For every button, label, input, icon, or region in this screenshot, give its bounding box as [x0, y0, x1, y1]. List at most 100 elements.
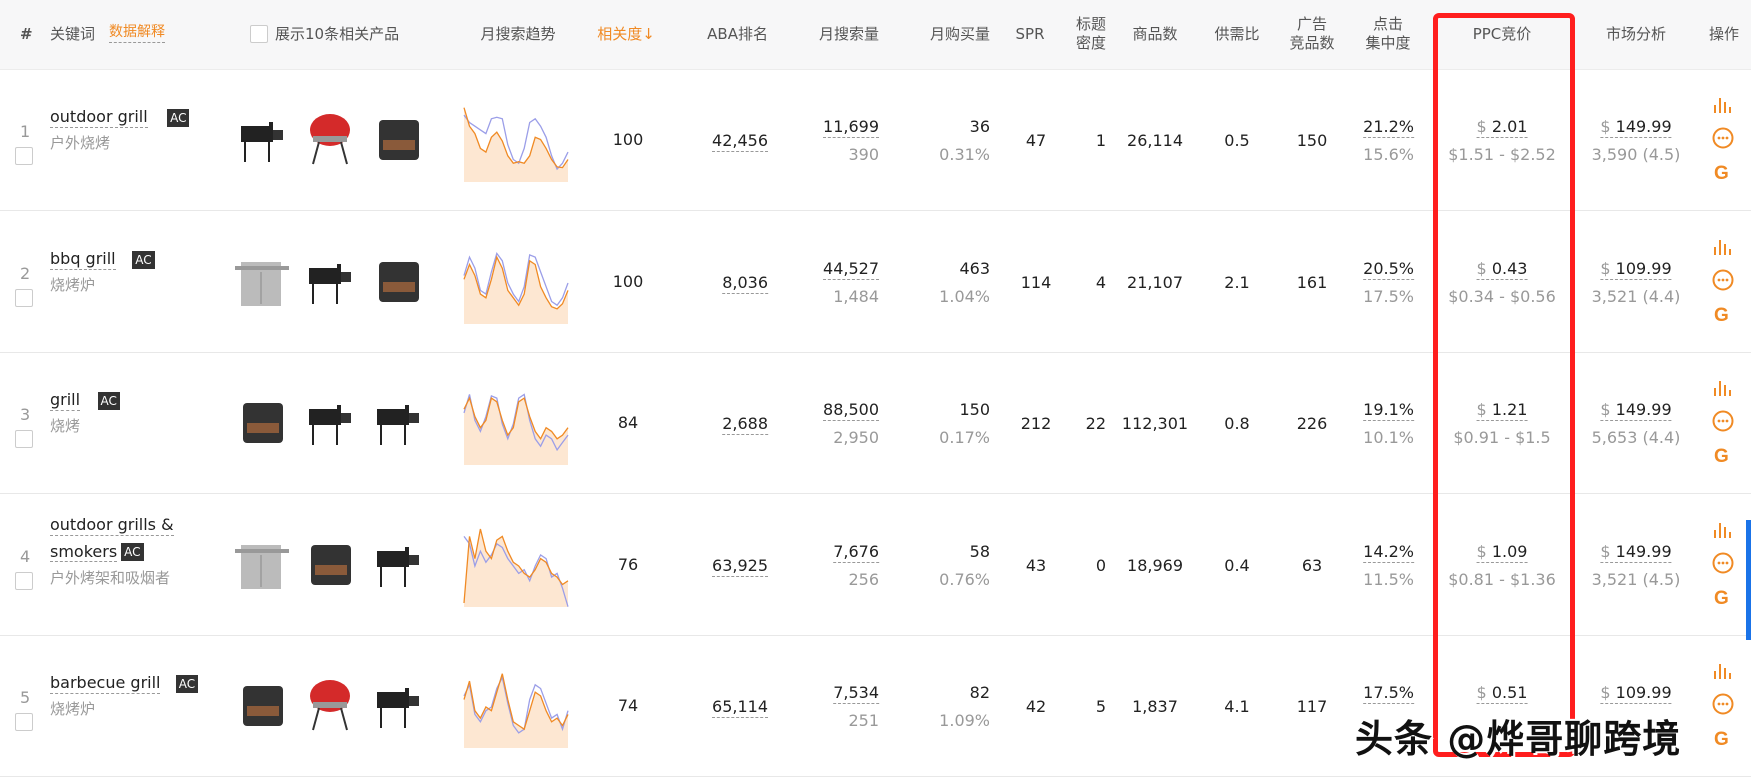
product-thumbnail[interactable]	[301, 531, 359, 593]
click-concentration[interactable]: 14.2%	[1363, 542, 1414, 563]
col-spr[interactable]: SPR	[1016, 25, 1045, 44]
google-icon[interactable]: G	[1712, 728, 1732, 748]
col-click-concentration[interactable]: 点击 集中度	[1365, 15, 1410, 53]
ppc-bid[interactable]: $ 0.51	[1476, 683, 1528, 704]
purchase-rate: 1.04%	[939, 287, 990, 306]
more-icon[interactable]	[1712, 693, 1734, 715]
ppc-bid[interactable]: $ 2.01	[1476, 117, 1528, 138]
chart-bars-icon[interactable]	[1712, 662, 1732, 680]
trend-sparkline[interactable]	[463, 383, 569, 465]
click-concentration[interactable]: 20.5%	[1363, 259, 1414, 280]
row-checkbox[interactable]	[15, 430, 33, 448]
col-aba[interactable]: ABA排名	[707, 25, 768, 44]
monthly-search[interactable]: 7,676	[833, 542, 879, 563]
related-products	[233, 106, 427, 168]
product-thumbnail[interactable]	[301, 106, 359, 168]
ppc-bid[interactable]: $ 1.21	[1476, 400, 1528, 421]
chart-bars-icon[interactable]	[1712, 379, 1732, 397]
click-concentration-2: 11.5%	[1363, 570, 1414, 589]
show-products-checkbox[interactable]	[250, 25, 268, 43]
keyword-link-cont[interactable]: smokers	[50, 542, 118, 562]
daily-search: 390	[848, 145, 879, 164]
market-price[interactable]: $ 149.99	[1600, 542, 1672, 563]
more-icon[interactable]	[1712, 269, 1734, 291]
col-relevance-sort[interactable]: 相关度↓	[597, 25, 655, 44]
product-thumbnail[interactable]	[301, 389, 359, 451]
col-ad-products[interactable]: 广告 竞品数	[1289, 15, 1334, 53]
product-thumbnail[interactable]	[301, 672, 359, 734]
aba-rank[interactable]: 8,036	[722, 273, 768, 294]
aba-rank[interactable]: 65,114	[712, 697, 768, 718]
product-thumbnail[interactable]	[233, 672, 291, 734]
chart-bars-icon[interactable]	[1712, 521, 1732, 539]
trend-sparkline[interactable]	[463, 100, 569, 182]
aba-rank[interactable]: 2,688	[722, 414, 768, 435]
product-thumbnail[interactable]	[233, 106, 291, 168]
ppc-range: $0.91 - $1.5	[1453, 428, 1551, 447]
ac-badge: AC	[132, 251, 155, 269]
click-concentration[interactable]: 21.2%	[1363, 117, 1414, 138]
col-product-count[interactable]: 商品数	[1132, 25, 1177, 44]
col-ppc[interactable]: PPC竞价	[1473, 25, 1532, 44]
monthly-search[interactable]: 44,527	[823, 259, 879, 280]
row-checkbox[interactable]	[15, 147, 33, 165]
product-thumbnail[interactable]	[369, 389, 427, 451]
aba-rank[interactable]: 42,456	[712, 131, 768, 152]
ppc-range: $0.34 - $0.56	[1448, 287, 1556, 306]
trend-sparkline[interactable]	[463, 525, 569, 607]
more-icon[interactable]	[1712, 127, 1734, 149]
market-price[interactable]: $ 109.99	[1600, 683, 1672, 704]
keyword-link[interactable]: outdoor grills &	[50, 515, 174, 536]
market-price[interactable]: $ 149.99	[1600, 400, 1672, 421]
monthly-purchase: 58	[969, 542, 990, 561]
more-icon[interactable]	[1712, 552, 1734, 574]
click-concentration[interactable]: 17.5%	[1363, 683, 1414, 704]
google-icon[interactable]: G	[1712, 304, 1732, 324]
market-price[interactable]: $ 109.99	[1600, 259, 1672, 280]
product-thumbnail[interactable]	[369, 531, 427, 593]
chart-bars-icon[interactable]	[1712, 96, 1732, 114]
monthly-search[interactable]: 11,699	[823, 117, 879, 138]
google-icon[interactable]: G	[1712, 587, 1732, 607]
spr-value: 42	[1025, 697, 1047, 716]
product-thumbnail[interactable]	[233, 248, 291, 310]
title-density-value: 5	[1095, 697, 1106, 716]
col-title-density[interactable]: 标题 密度	[1076, 15, 1106, 53]
google-icon[interactable]: G	[1712, 445, 1732, 465]
monthly-search[interactable]: 7,534	[833, 683, 879, 704]
ac-badge: AC	[167, 109, 190, 127]
purchase-rate: 0.17%	[939, 428, 990, 447]
keyword-link[interactable]: grill	[50, 390, 81, 411]
aba-rank[interactable]: 63,925	[712, 556, 768, 577]
chart-bars-icon[interactable]	[1712, 238, 1732, 256]
product-thumbnail[interactable]	[233, 531, 291, 593]
row-checkbox[interactable]	[15, 289, 33, 307]
trend-sparkline[interactable]	[463, 666, 569, 748]
col-monthly-purchase[interactable]: 月购买量	[930, 25, 990, 44]
product-thumbnail[interactable]	[301, 248, 359, 310]
google-icon[interactable]: G	[1712, 162, 1732, 182]
click-concentration[interactable]: 19.1%	[1363, 400, 1414, 421]
ppc-bid[interactable]: $ 0.43	[1476, 259, 1528, 280]
product-thumbnail[interactable]	[233, 389, 291, 451]
market-reviews: 5,653 (4.4)	[1591, 428, 1681, 447]
keyword-link[interactable]: outdoor grill	[50, 107, 148, 128]
row-checkbox[interactable]	[15, 572, 33, 590]
more-icon[interactable]	[1712, 410, 1734, 432]
ppc-bid[interactable]: $ 1.09	[1476, 542, 1528, 563]
row-index: 1	[20, 122, 31, 141]
row-checkbox[interactable]	[15, 713, 33, 731]
keyword-link[interactable]: bbq grill	[50, 249, 116, 270]
col-supply-demand[interactable]: 供需比	[1214, 25, 1259, 44]
data-explain-link[interactable]: 数据解释	[109, 23, 165, 43]
scrollbar[interactable]	[1746, 520, 1751, 640]
market-price[interactable]: $ 149.99	[1600, 117, 1672, 138]
keyword-link[interactable]: barbecue grill	[50, 673, 161, 694]
monthly-search[interactable]: 88,500	[823, 400, 879, 421]
product-thumbnail[interactable]	[369, 248, 427, 310]
supply-demand-value: 2.1	[1224, 273, 1250, 292]
trend-sparkline[interactable]	[463, 242, 569, 324]
col-monthly-search[interactable]: 月搜索量	[819, 25, 879, 44]
product-thumbnail[interactable]	[369, 672, 427, 734]
product-thumbnail[interactable]	[369, 106, 427, 168]
